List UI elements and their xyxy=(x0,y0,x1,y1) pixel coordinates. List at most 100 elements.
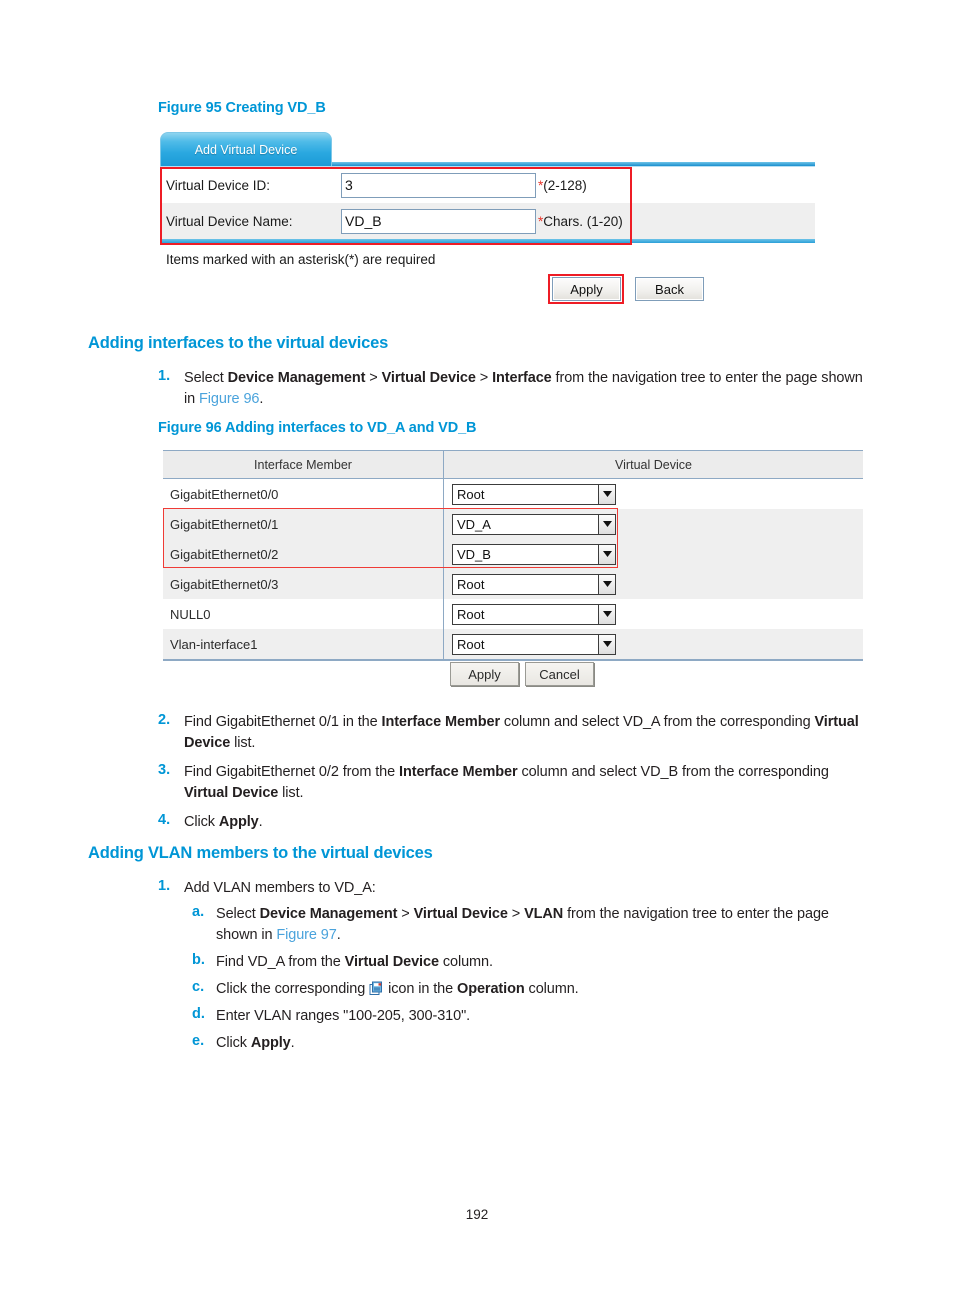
heading-adding-interfaces: Adding interfaces to the virtual devices xyxy=(88,334,389,352)
bold-device-management: Device Management xyxy=(227,370,366,386)
table-header-row: Interface Member Virtual Device xyxy=(163,451,863,479)
substep-b-vlan: b. Find VD_A from the Virtual Device col… xyxy=(192,952,872,973)
substep-text: Click Apply. xyxy=(216,1033,872,1054)
substep-text-part: Click xyxy=(216,1035,251,1051)
substep-text-part: icon in the xyxy=(384,981,458,997)
virtual-device-id-label: Virtual Device ID: xyxy=(166,177,271,193)
step-2-adding-interfaces: 2. Find GigabitEthernet 0/1 in the Inter… xyxy=(158,712,868,754)
virtual-device-id-input[interactable] xyxy=(341,172,536,198)
chevron-down-icon xyxy=(598,604,615,624)
apply-button-label: Apply xyxy=(570,281,603,297)
step-text: Find GigabitEthernet 0/2 from the Interf… xyxy=(184,762,868,804)
substep-text-part: . xyxy=(290,1035,295,1051)
back-button[interactable]: Back xyxy=(635,277,704,301)
substep-text: Select Device Management > Virtual Devic… xyxy=(216,904,872,946)
virtual-device-select[interactable]: Root xyxy=(452,483,616,505)
step-marker: 3. xyxy=(158,762,171,778)
column-header-interface-member: Interface Member xyxy=(163,451,444,478)
figure-96-crossref[interactable]: Figure 96 xyxy=(199,391,259,407)
bold-device-management: Device Management xyxy=(259,906,398,922)
step-text: Find GigabitEthernet 0/1 in the Interfac… xyxy=(184,712,868,754)
add-virtual-device-form: Virtual Device ID: *(2-128) Virtual Devi… xyxy=(160,166,815,267)
substep-marker: e. xyxy=(192,1033,205,1049)
bold-virtual-device: Virtual Device xyxy=(184,785,279,801)
table-row: GigabitEthernet0/3 Root xyxy=(163,569,863,599)
step-text: Select Device Management > Virtual Devic… xyxy=(184,368,868,410)
virtual-device-select[interactable]: Root xyxy=(452,573,616,595)
substep-text-part: Select xyxy=(216,906,260,922)
virtual-device-select[interactable]: VD_B xyxy=(452,543,616,565)
bold-interface-member: Interface Member xyxy=(399,764,518,780)
substep-marker: d. xyxy=(192,1006,205,1022)
tab-rule-divider xyxy=(332,162,815,166)
bold-apply: Apply xyxy=(250,1035,291,1051)
apply-button[interactable]: Apply xyxy=(552,277,621,301)
step-1-adding-interfaces: 1. Select Device Management > Virtual De… xyxy=(158,368,868,410)
interface-member-cell: GigabitEthernet0/2 xyxy=(163,539,444,569)
substep-marker: b. xyxy=(192,952,205,968)
step-marker: 1. xyxy=(158,878,171,894)
tab-add-virtual-device[interactable]: Add Virtual Device xyxy=(160,132,332,166)
figure-97-crossref[interactable]: Figure 97 xyxy=(276,927,336,943)
virtual-device-cell: Root xyxy=(444,569,863,599)
virtual-device-id-range: (2-128) xyxy=(543,177,587,193)
step-4-adding-interfaces: 4. Click Apply. xyxy=(158,812,868,833)
back-button-label: Back xyxy=(655,281,684,297)
substep-text-part: Click the corresponding xyxy=(216,981,370,997)
table-row: GigabitEthernet0/2 VD_B xyxy=(163,539,863,569)
step-text-part: column and select VD_B from the correspo… xyxy=(517,764,829,780)
chevron-down-icon xyxy=(598,634,615,654)
step-text-part: list. xyxy=(230,735,256,751)
substep-text: Enter VLAN ranges "100-205, 300-310". xyxy=(216,1008,471,1024)
virtual-device-id-hint: *(2-128) xyxy=(538,178,587,193)
substep-text: Find VD_A from the Virtual Device column… xyxy=(216,952,872,973)
step-marker: 4. xyxy=(158,812,171,828)
step-text-part: > xyxy=(475,370,493,386)
substep-text-part: Find VD_A from the xyxy=(216,954,345,970)
step-text-part: Click xyxy=(184,814,219,830)
virtual-device-select[interactable]: Root xyxy=(452,633,616,655)
substep-text: Click the corresponding icon in the Oper… xyxy=(216,979,872,1000)
interface-member-cell: Vlan-interface1 xyxy=(163,629,444,659)
bold-interface: Interface xyxy=(492,370,552,386)
virtual-device-cell: Root xyxy=(444,599,863,629)
chevron-down-icon xyxy=(598,574,615,594)
step-text-part: column and select VD_A from the correspo… xyxy=(500,714,815,730)
bold-virtual-device: Virtual Device xyxy=(381,370,476,386)
substep-text-part: > xyxy=(507,906,525,922)
interface-member-cell: GigabitEthernet0/3 xyxy=(163,569,444,599)
substep-marker: a. xyxy=(192,904,205,920)
virtual-device-select-value: VD_B xyxy=(457,546,491,562)
step-text: Click Apply. xyxy=(184,812,868,833)
substep-c-vlan: c. Click the corresponding icon in the O… xyxy=(192,979,872,1000)
virtual-device-cell: VD_B xyxy=(444,539,863,569)
substep-text-part: . xyxy=(336,927,341,943)
table-row: GigabitEthernet0/1 VD_A xyxy=(163,509,863,539)
cancel-button[interactable]: Cancel xyxy=(525,662,594,686)
chevron-down-icon xyxy=(598,514,615,534)
bold-interface-member: Interface Member xyxy=(381,714,501,730)
apply-button[interactable]: Apply xyxy=(450,662,519,686)
interface-virtual-device-table: Interface Member Virtual Device GigabitE… xyxy=(163,450,863,661)
form-row-device-id: Virtual Device ID: *(2-128) xyxy=(160,167,815,203)
virtual-device-cell: Root xyxy=(444,629,863,659)
virtual-device-select[interactable]: Root xyxy=(452,603,616,625)
step-text-part: list. xyxy=(278,785,304,801)
step-text-part: . xyxy=(258,814,263,830)
virtual-device-name-range: Chars. (1-20) xyxy=(543,213,623,229)
step-text-part: Find GigabitEthernet 0/1 in the xyxy=(184,714,382,730)
column-header-virtual-device: Virtual Device xyxy=(615,457,692,472)
tab-strip: Add Virtual Device xyxy=(160,130,815,166)
step-text-part: . xyxy=(259,391,264,407)
chevron-down-icon xyxy=(598,544,615,564)
bold-operation: Operation xyxy=(457,981,525,997)
substep-text-part: column. xyxy=(438,954,493,970)
table-row: Vlan-interface1 Root xyxy=(163,629,863,659)
step-text-part: > xyxy=(365,370,382,386)
virtual-device-name-input[interactable] xyxy=(341,208,536,234)
bold-virtual-device: Virtual Device xyxy=(344,954,439,970)
interface-member-cell: GigabitEthernet0/1 xyxy=(163,509,444,539)
virtual-device-select[interactable]: VD_A xyxy=(452,513,616,535)
apply-button-label: Apply xyxy=(468,666,501,682)
substep-text-part: > xyxy=(397,906,414,922)
